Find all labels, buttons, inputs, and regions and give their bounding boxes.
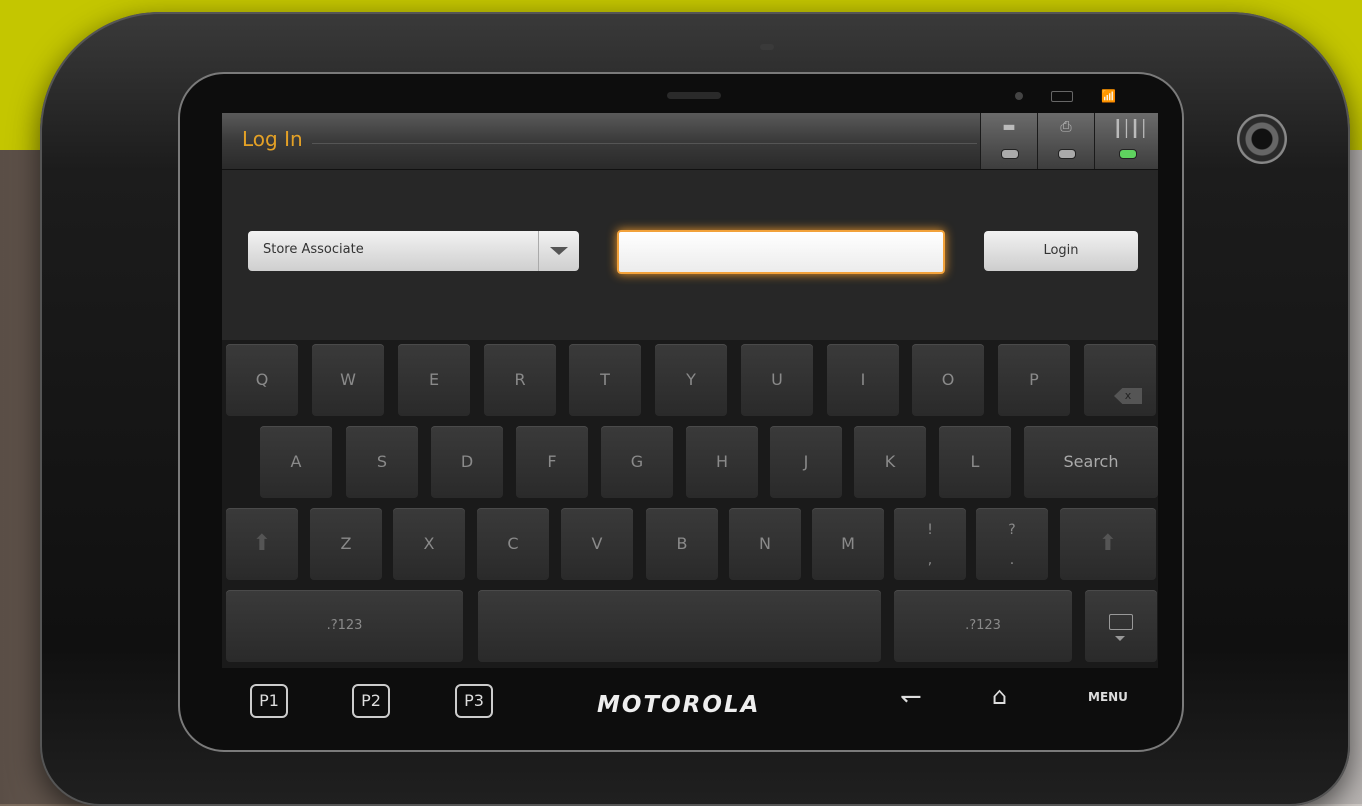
symbols-key-right[interactable]: .?123 — [894, 590, 1072, 662]
backspace-key[interactable]: x — [1084, 344, 1156, 416]
login-form: Store Associate Login — [222, 170, 1158, 340]
key-t[interactable]: T — [569, 344, 641, 416]
chevron-down-icon — [1115, 636, 1125, 641]
shift-right-key[interactable]: ⬆ — [1060, 508, 1156, 580]
key-g[interactable]: G — [601, 426, 673, 498]
app-screen: Log In ▬ ⎙ ┃│┃│ Store Associate Login Q … — [222, 113, 1158, 668]
speaker-grille — [667, 92, 721, 99]
key-r[interactable]: R — [484, 344, 556, 416]
card-reader-status[interactable]: ▬ — [980, 113, 1037, 169]
title-bar: Log In ▬ ⎙ ┃│┃│ — [222, 113, 1158, 170]
key-k[interactable]: K — [854, 426, 926, 498]
back-button[interactable]: ↽ — [900, 682, 922, 712]
key-u[interactable]: U — [741, 344, 813, 416]
login-button[interactable]: Login — [984, 231, 1138, 271]
signal-icon: 📶 — [1101, 89, 1116, 103]
hardware-button-bar: P1 P2 P3 MOTOROLA ↽ ⌂ MENU — [222, 670, 1158, 730]
key-p[interactable]: P — [998, 344, 1070, 416]
title-divider — [312, 143, 977, 144]
key-j[interactable]: J — [770, 426, 842, 498]
key-bottom-glyph: , — [927, 552, 933, 568]
barcode-icon: ┃│┃│ — [1113, 119, 1149, 138]
chevron-down-icon[interactable] — [538, 231, 579, 271]
printer-icon: ⎙ — [1060, 119, 1072, 135]
status-indicators: 📶 — [1015, 88, 1116, 104]
key-d[interactable]: D — [431, 426, 503, 498]
space-key[interactable] — [478, 590, 881, 662]
key-l[interactable]: L — [939, 426, 1011, 498]
key-bottom-glyph: . — [1009, 552, 1015, 568]
shift-icon: ⬆ — [252, 531, 272, 556]
brand-logo: MOTOROLA — [597, 692, 761, 718]
key-h[interactable]: H — [686, 426, 758, 498]
key-y[interactable]: Y — [655, 344, 727, 416]
key-n[interactable]: N — [729, 508, 801, 580]
printer-led — [1058, 149, 1076, 159]
backspace-icon: x — [1114, 388, 1142, 404]
light-sensor-icon — [1015, 92, 1023, 100]
key-question-period[interactable]: ? . — [976, 508, 1048, 580]
p3-button[interactable]: P3 — [455, 684, 493, 718]
key-o[interactable]: O — [912, 344, 984, 416]
search-key[interactable]: Search — [1024, 426, 1158, 498]
shift-icon: ⬆ — [1098, 531, 1118, 556]
key-c[interactable]: C — [477, 508, 549, 580]
home-icon: ⌂ — [992, 682, 1008, 710]
key-a[interactable]: A — [260, 426, 332, 498]
key-q[interactable]: Q — [226, 344, 298, 416]
shift-left-key[interactable]: ⬆ — [226, 508, 298, 580]
key-top-glyph: ? — [1008, 522, 1016, 538]
printer-status[interactable]: ⎙ — [1037, 113, 1094, 169]
key-top-glyph: ! — [927, 522, 933, 538]
scanner-status[interactable]: ┃│┃│ — [1094, 113, 1158, 169]
key-z[interactable]: Z — [310, 508, 382, 580]
onscreen-keyboard: Q W E R T Y U I O P x A S D F G H J K L … — [222, 340, 1158, 668]
key-s[interactable]: S — [346, 426, 418, 498]
key-e[interactable]: E — [398, 344, 470, 416]
role-select[interactable]: Store Associate — [248, 231, 579, 271]
battery-icon — [1051, 90, 1073, 102]
microphone — [760, 44, 774, 50]
p2-button[interactable]: P2 — [352, 684, 390, 718]
hide-keyboard-key[interactable] — [1085, 590, 1157, 662]
key-v[interactable]: V — [561, 508, 633, 580]
card-reader-icon: ▬ — [1002, 119, 1016, 135]
back-arrow-icon: ↽ — [900, 682, 922, 712]
keyboard-hide-icon — [1109, 614, 1133, 630]
key-i[interactable]: I — [827, 344, 899, 416]
key-x[interactable]: X — [393, 508, 465, 580]
key-exclaim-comma[interactable]: ! , — [894, 508, 966, 580]
key-m[interactable]: M — [812, 508, 884, 580]
password-field[interactable] — [617, 230, 945, 274]
key-w[interactable]: W — [312, 344, 384, 416]
home-button[interactable]: ⌂ — [992, 682, 1007, 710]
page-title: Log In — [242, 127, 303, 151]
key-f[interactable]: F — [516, 426, 588, 498]
card-reader-led — [1001, 149, 1019, 159]
menu-button[interactable]: MENU — [1088, 690, 1128, 704]
scanner-led — [1119, 149, 1137, 159]
camera-lens — [1237, 114, 1287, 164]
role-select-value: Store Associate — [263, 242, 364, 257]
key-b[interactable]: B — [646, 508, 718, 580]
p1-button[interactable]: P1 — [250, 684, 288, 718]
symbols-key-left[interactable]: .?123 — [226, 590, 463, 662]
